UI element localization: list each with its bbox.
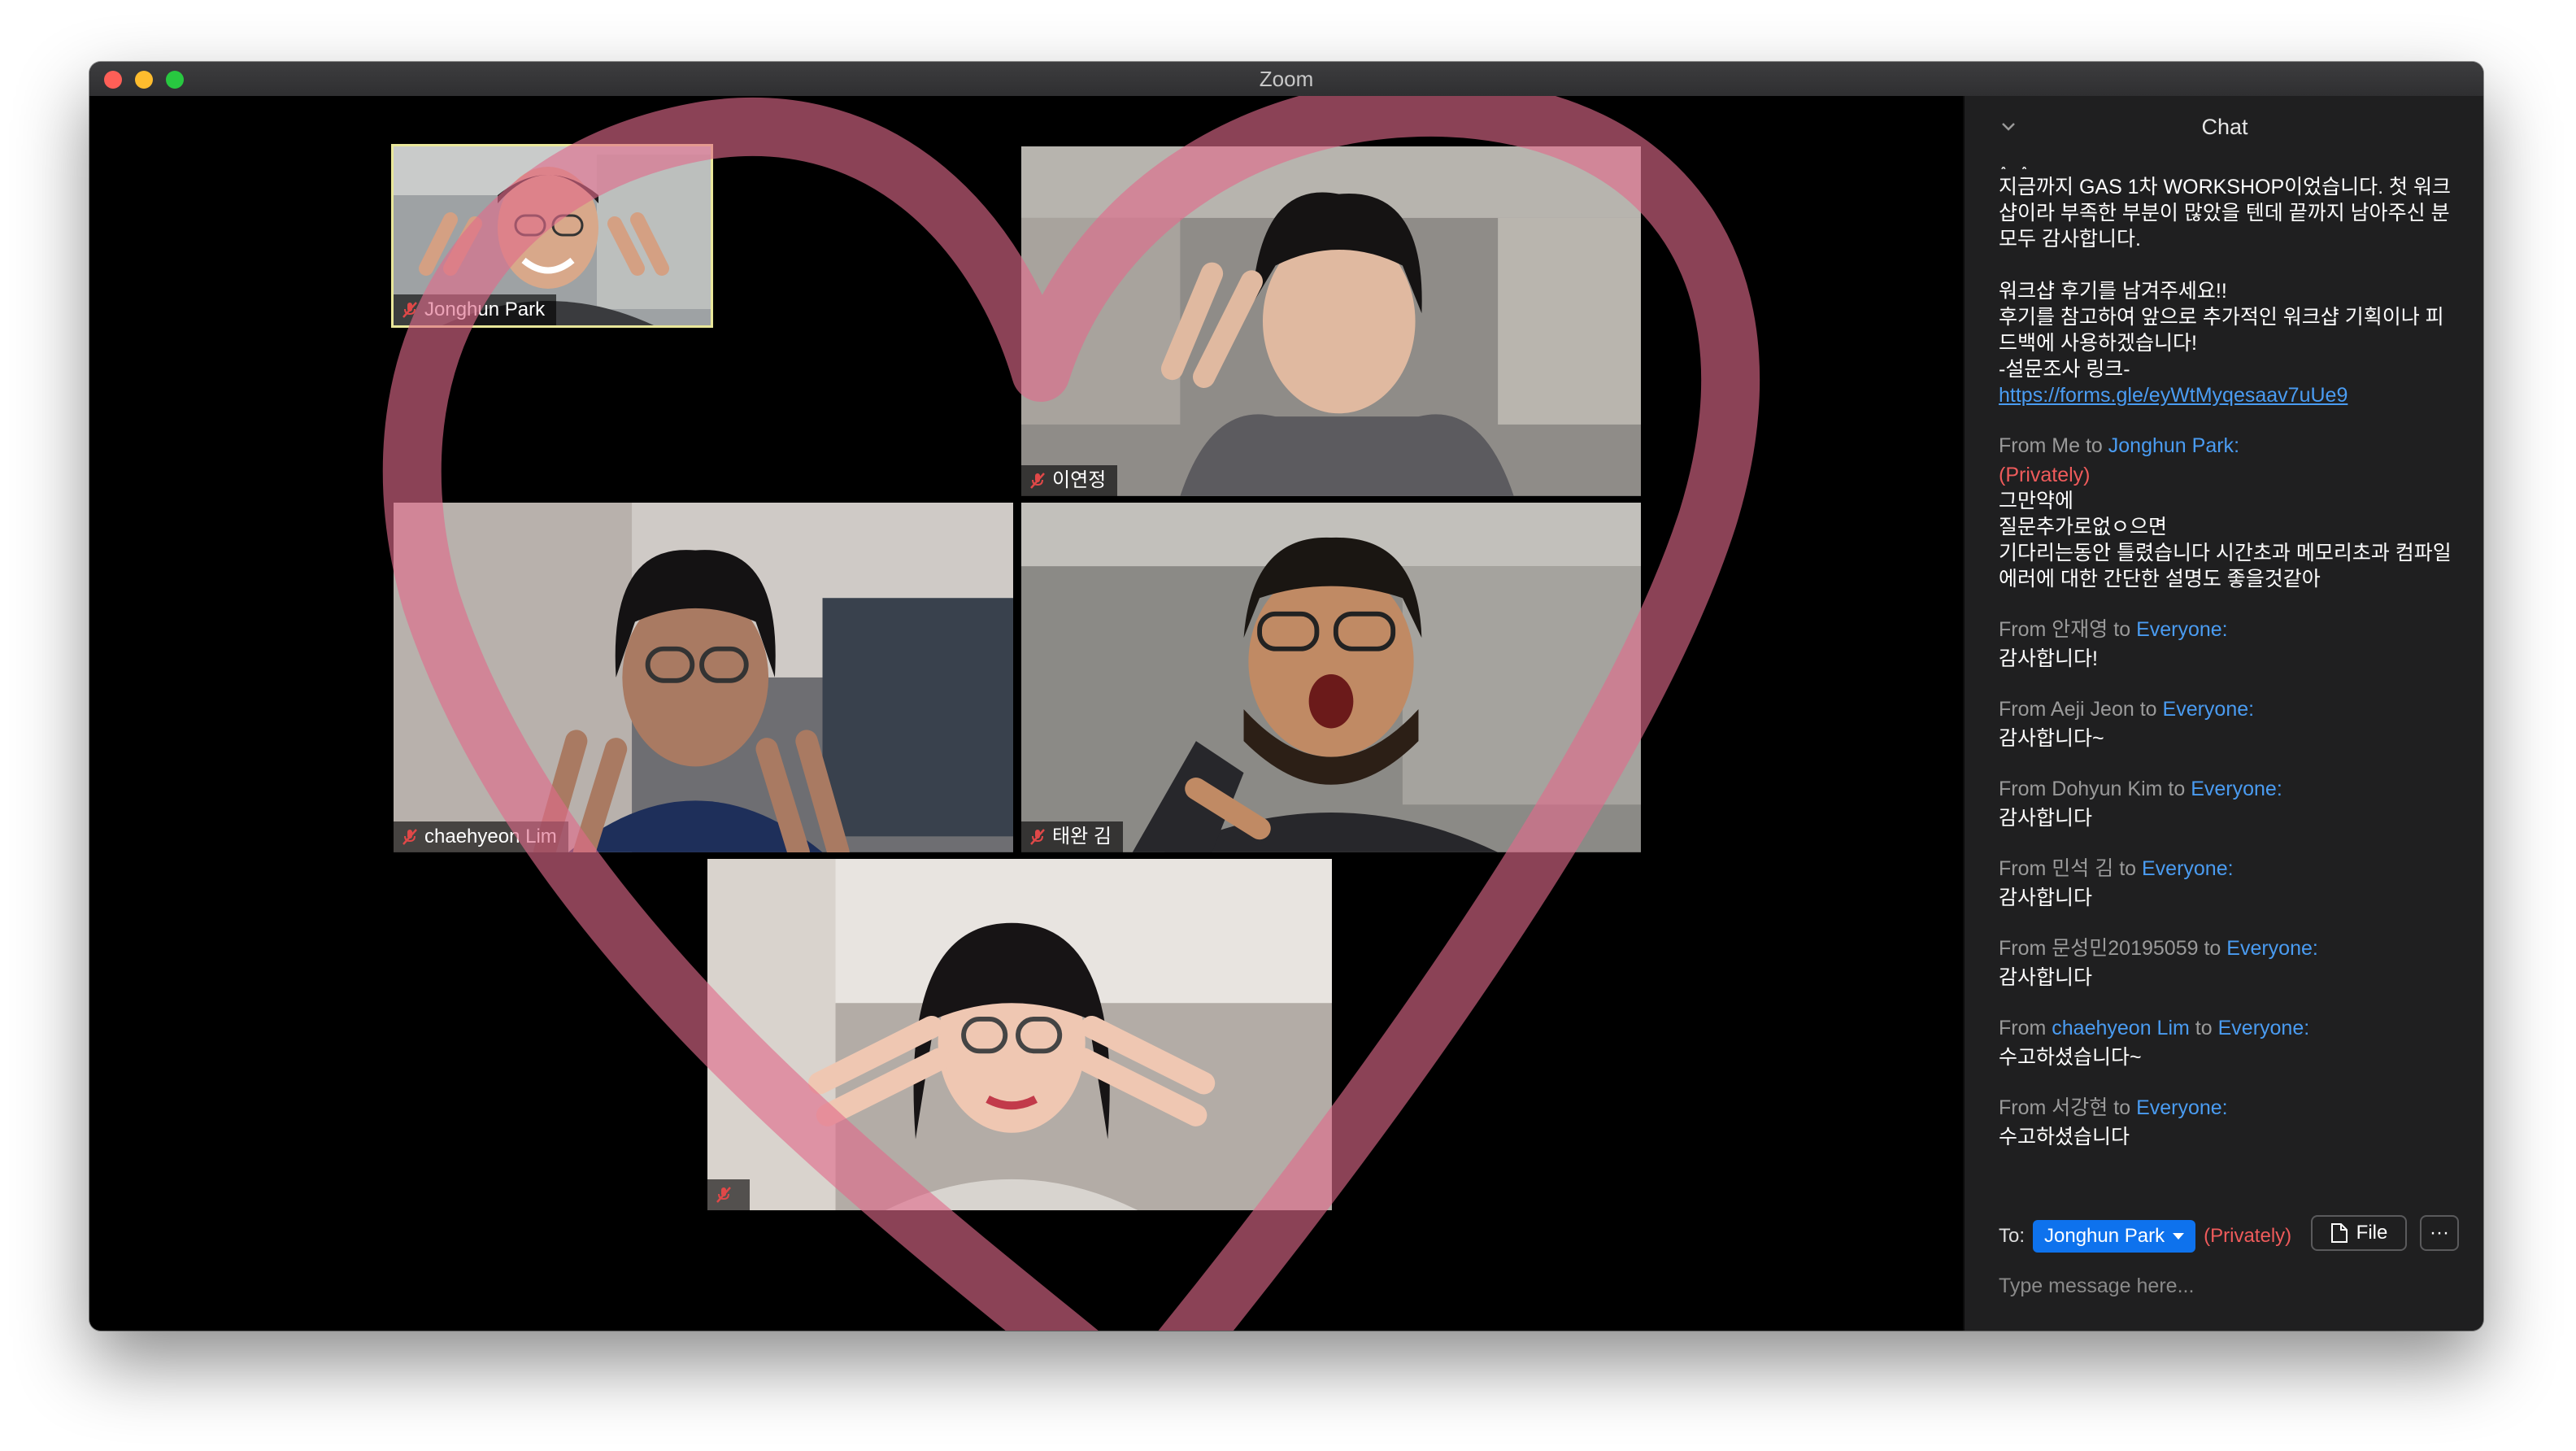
message-text: 감사합니다 [1999, 966, 2093, 989]
recipient-row: To: Jonghun Park (Privately) [1999, 1220, 2291, 1253]
ellipsis-icon: ··· [2430, 1222, 2449, 1244]
chat-header: Chat [1965, 96, 2483, 158]
chat-message: From Aeji Jeon to Everyone: 감사합니다~ [1999, 696, 2456, 752]
maximize-window-button[interactable] [166, 71, 184, 89]
chat-message: From 문성민20195059 to Everyone: 감사합니다 [1999, 935, 2456, 991]
video-tile-participant-3[interactable]: chaehyeon Lim [394, 503, 1013, 852]
muted-mic-icon [1030, 829, 1045, 845]
chat-messages[interactable]: ^_^ 지금까지 GAS 1차 WORKSHOP이었습니다. 첫 워크샵이라 부… [1965, 161, 2483, 1145]
participant-name: 이연정 [1052, 469, 1107, 491]
recipient-dropdown[interactable]: Jonghun Park [2033, 1220, 2196, 1253]
message-sender: From 안재영 to Everyone: [1999, 618, 2228, 641]
chat-title: Chat [2201, 114, 2248, 139]
chat-message: From Dohyun Kim to Everyone: 감사합니다 [1999, 776, 2456, 831]
participant-name-tag: chaehyeon Lim [394, 821, 568, 852]
survey-link[interactable]: https://forms.gle/eyWtMyqesaav7uUe9 [1999, 384, 2348, 407]
participant-video [707, 859, 1332, 1210]
zoom-window: Zoom Jonghun Park 이연정 chaehyeon Lim 태완 김… [89, 62, 2483, 1331]
message-sender: From 민석 김 to Everyone: [1999, 857, 2234, 880]
private-indicator: (Privately) [2204, 1225, 2292, 1247]
muted-mic-icon [402, 302, 417, 318]
participant-name-tag: 태완 김 [1021, 821, 1123, 852]
message-sender: From 문성민20195059 to Everyone: [1999, 937, 2318, 960]
message-text: 그만약에 질문추가로없ㅇ으면 기다리는동안 틀렸습니다 시간초과 메모리초과 컴… [1999, 490, 2452, 590]
muted-mic-icon [402, 829, 417, 845]
message-text: 수고하셨습니다 [1999, 1126, 2130, 1145]
to-label: To: [1999, 1225, 2026, 1247]
message-sender: From Aeji Jeon to Everyone: [1999, 698, 2255, 721]
chat-message: From 서강현 to Everyone: 수고하셨습니다 [1999, 1095, 2456, 1145]
window-title: Zoom [1259, 66, 1314, 91]
video-tile-jonghun-park[interactable]: Jonghun Park [391, 144, 713, 328]
participant-name: Jonghun Park [424, 298, 546, 320]
chat-message: From Me to Jonghun Park: (Privately) 그만약… [1999, 433, 2456, 592]
chat-composer: To: Jonghun Park (Privately) File ··· [1965, 1200, 2483, 1331]
video-tile-participant-5[interactable] [707, 859, 1332, 1210]
message-input[interactable] [1997, 1267, 2456, 1305]
chat-panel: Chat ^_^ 지금까지 GAS 1차 WORKSHOP이었습니다. 첫 워크… [1963, 96, 2483, 1331]
window-controls [104, 71, 184, 89]
file-button-label: File [2356, 1222, 2388, 1244]
video-tile-participant-2[interactable]: 이연정 [1021, 146, 1641, 496]
private-indicator: (Privately) [1999, 464, 2091, 486]
message-sender: From Dohyun Kim to Everyone: [1999, 778, 2282, 800]
close-window-button[interactable] [104, 71, 122, 89]
participant-name: chaehyeon Lim [424, 826, 557, 848]
message-text: 감사합니다~ [1999, 727, 2104, 750]
participant-name-tag: 이연정 [1021, 465, 1118, 496]
title-bar: Zoom [89, 62, 2483, 97]
chevron-down-icon[interactable] [1999, 117, 2018, 137]
announcement-text: 워크샵 후기를 남겨주세요!! 후기를 참고하여 앞으로 추가적인 워크샵 기획… [1999, 280, 2444, 381]
message-text: 감사합니다 [1999, 887, 2093, 909]
message-sender: From 서강현 to Everyone: [1999, 1096, 2228, 1119]
participant-video [1021, 503, 1641, 852]
minimize-window-button[interactable] [135, 71, 153, 89]
message-sender: From Me to Jonghun Park: [1999, 434, 2240, 457]
message-text: 감사합니다 [1999, 807, 2093, 830]
caret-down-icon [2173, 1233, 2185, 1240]
file-button[interactable]: File [2311, 1215, 2407, 1251]
participant-name-tag: Jonghun Park [394, 294, 557, 325]
chat-message: From chaehyeon Lim to Everyone: 수고하셨습니다~ [1999, 1015, 2456, 1070]
video-gallery: Jonghun Park 이연정 chaehyeon Lim 태완 김 [89, 96, 1963, 1331]
chat-message: From 안재영 to Everyone: 감사합니다! [1999, 617, 2456, 672]
more-options-button[interactable]: ··· [2420, 1215, 2459, 1251]
message-sender: From chaehyeon Lim to Everyone: [1999, 1017, 2310, 1039]
announcement-text: 지금까지 GAS 1차 WORKSHOP이었습니다. 첫 워크샵이라 부족한 부… [1999, 176, 2456, 251]
muted-mic-icon [1030, 473, 1045, 489]
muted-mic-icon [716, 1187, 731, 1203]
chat-message: From 민석 김 to Everyone: 감사합니다 [1999, 856, 2456, 911]
file-icon [2330, 1223, 2348, 1243]
participant-name-tag [707, 1179, 750, 1210]
participant-name: 태완 김 [1052, 826, 1112, 848]
recipient-name: Jonghun Park [2044, 1225, 2165, 1247]
video-tile-participant-4[interactable]: 태완 김 [1021, 503, 1641, 852]
participant-video [1021, 146, 1641, 496]
message-text: 수고하셨습니다~ [1999, 1046, 2142, 1069]
message-text: 감사합니다! [1999, 647, 2098, 670]
participant-video [394, 503, 1013, 852]
truncated-message: ^_^ [1999, 161, 2456, 169]
